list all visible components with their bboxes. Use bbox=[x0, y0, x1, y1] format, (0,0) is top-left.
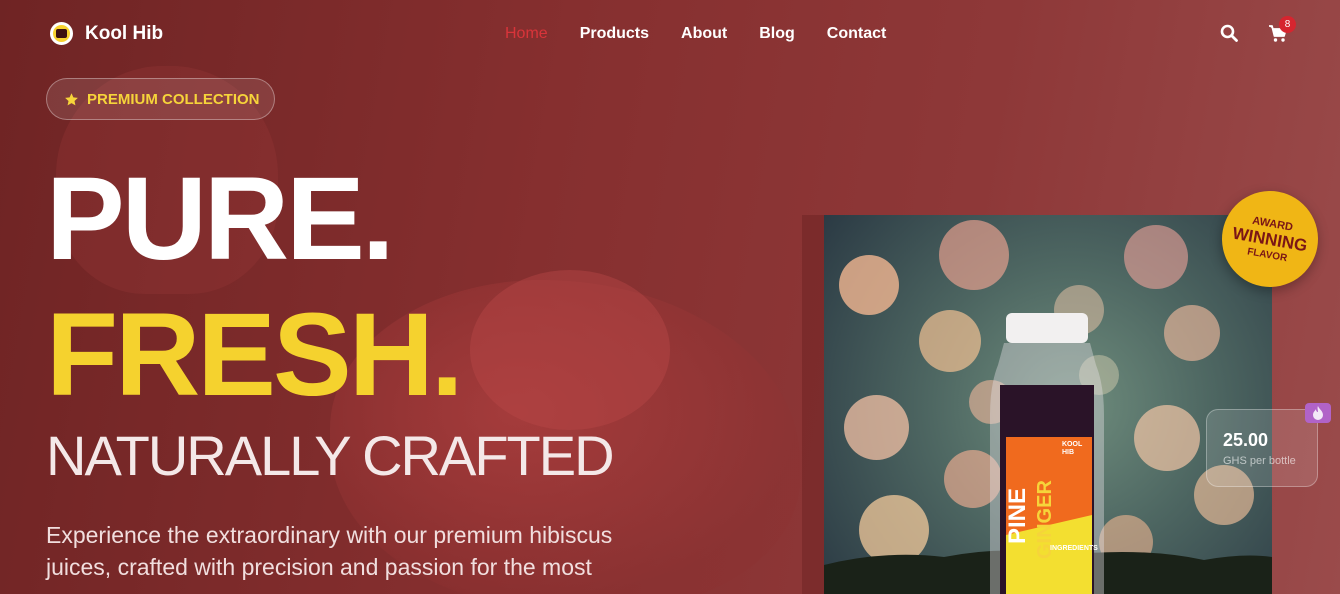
nav-link-products[interactable]: Products bbox=[580, 25, 649, 43]
cart-count-badge: 8 bbox=[1279, 16, 1296, 33]
product-photo: PINE GINGER KOOL HIB INGREDIENTS bbox=[824, 215, 1272, 594]
price-unit: GHS per bottle bbox=[1223, 455, 1296, 467]
bottle-label-pine: PINE bbox=[1004, 487, 1031, 544]
price-value: 25.00 bbox=[1223, 430, 1269, 450]
premium-collection-label: PREMIUM COLLECTION bbox=[87, 90, 260, 108]
background-blob bbox=[470, 270, 670, 430]
hero-subheading: NATURALLY CRAFTED bbox=[46, 424, 615, 487]
brand[interactable]: Kool Hib bbox=[50, 22, 163, 45]
nav-link-contact[interactable]: Contact bbox=[827, 25, 887, 43]
bottle-brand: KOOL HIB bbox=[1062, 441, 1083, 456]
star-icon bbox=[65, 92, 78, 105]
fire-icon bbox=[1305, 403, 1331, 423]
premium-collection-badge: PREMIUM COLLECTION bbox=[46, 78, 275, 120]
hero-heading-pure: PURE. bbox=[46, 153, 395, 285]
bottle-ingredients: INGREDIENTS bbox=[1050, 545, 1098, 552]
nav-link-home[interactable]: Home bbox=[505, 25, 548, 43]
brand-logo-icon bbox=[50, 22, 73, 45]
search-icon[interactable] bbox=[1220, 24, 1238, 42]
hero-description: Experience the extraordinary with our pr… bbox=[46, 522, 613, 580]
nav-links: Home Products About Blog Contact bbox=[505, 25, 886, 43]
nav-link-blog[interactable]: Blog bbox=[759, 25, 795, 43]
hero-heading-fresh: FRESH. bbox=[46, 289, 464, 421]
brand-name: Kool Hib bbox=[85, 22, 164, 44]
navbar: Kool Hib Home Products About Blog Contac… bbox=[0, 0, 1340, 70]
nav-link-about[interactable]: About bbox=[681, 25, 727, 43]
price-card: 25.00 GHS per bottle bbox=[1206, 409, 1318, 487]
